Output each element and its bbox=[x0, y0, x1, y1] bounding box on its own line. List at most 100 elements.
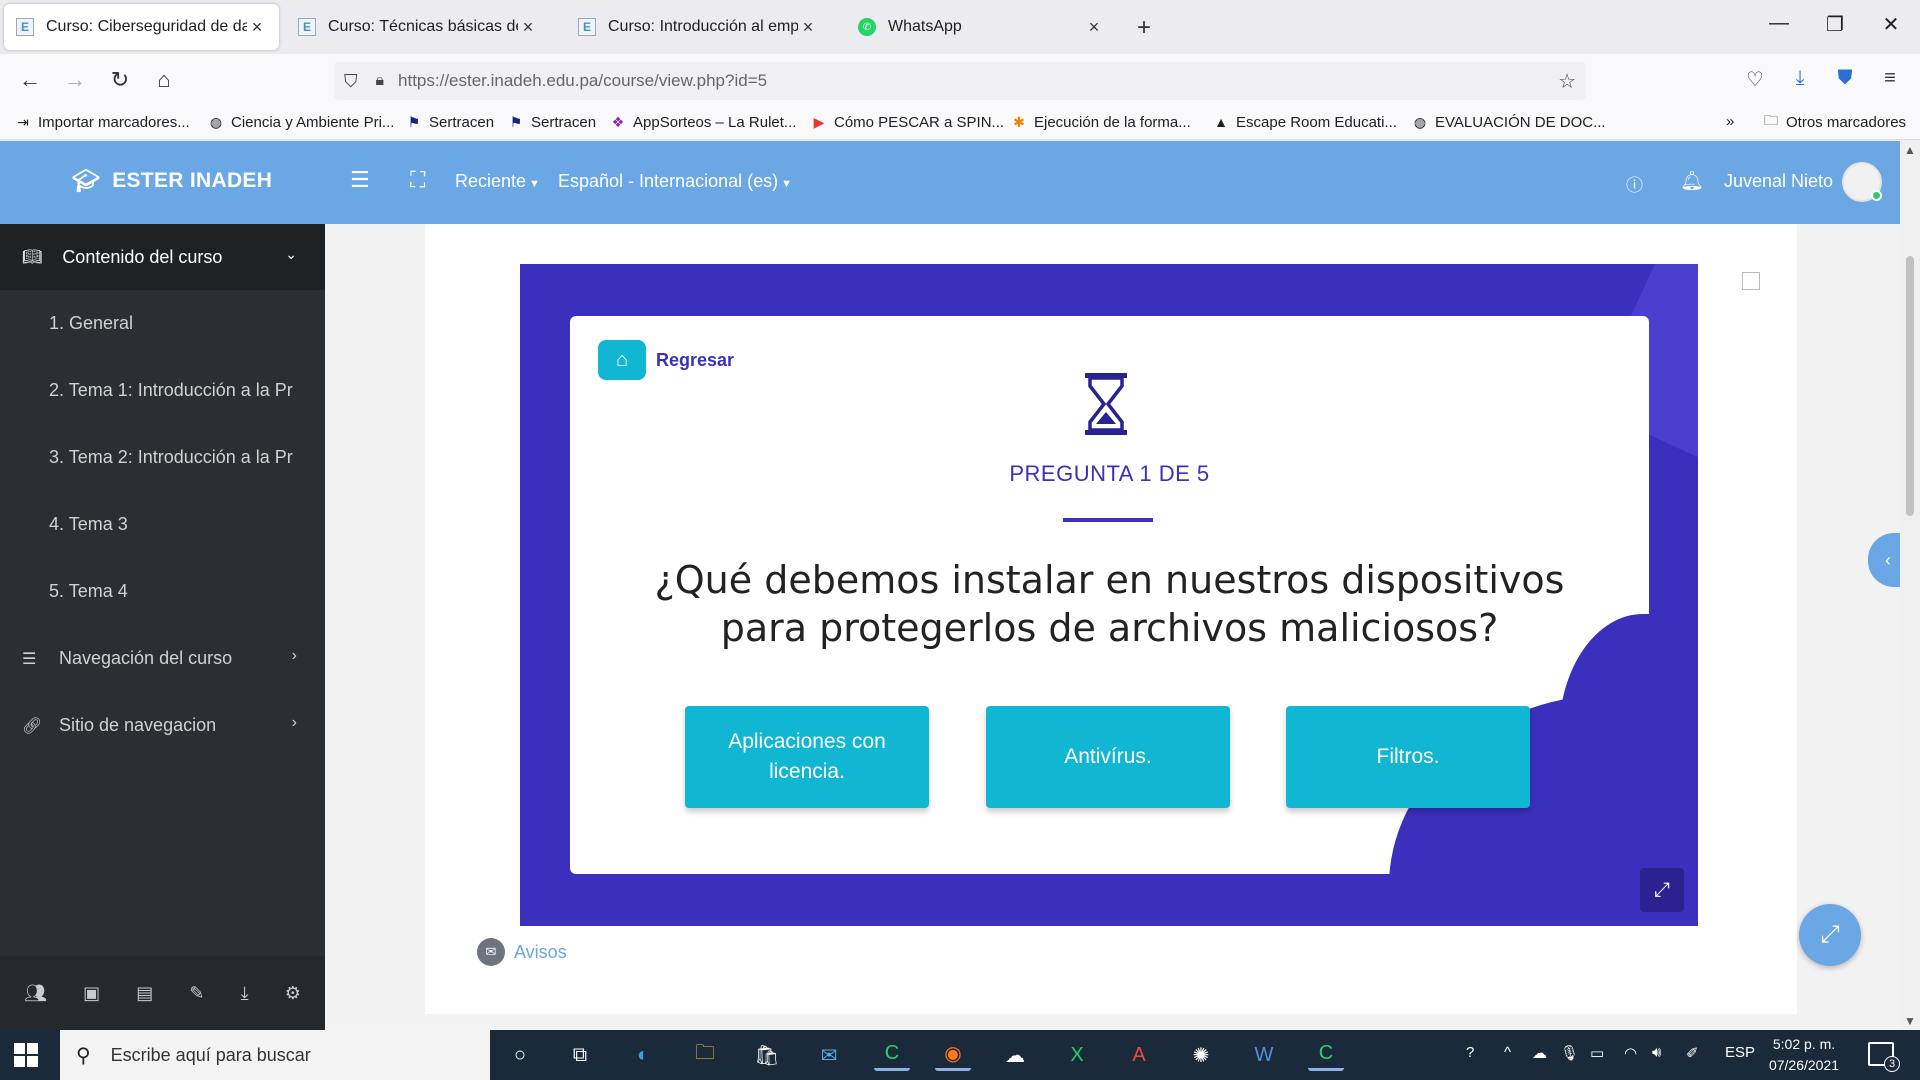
sidebar-course-navigation[interactable]: ☰ Navegación del curso › bbox=[0, 625, 325, 692]
participants-icon[interactable]: 👥︎ bbox=[24, 983, 47, 1004]
brush-icon[interactable]: ✎ bbox=[189, 983, 204, 1004]
download-icon[interactable]: ⤓ bbox=[241, 983, 249, 1004]
hamburger-menu-icon[interactable]: ☰ bbox=[350, 167, 370, 193]
back-arrow-icon[interactable]: ← bbox=[15, 67, 45, 93]
other-bookmarks[interactable]: 🗀︎ Otros marcadores bbox=[1762, 112, 1906, 131]
file-icon[interactable]: ▤ bbox=[136, 983, 153, 1004]
home-icon[interactable]: ⌂ bbox=[149, 67, 179, 93]
course-content-toggle[interactable]: 📖︎ Contenido del curso ⌄ bbox=[0, 224, 325, 290]
volume-icon[interactable]: 🔊︎ bbox=[1652, 1044, 1661, 1061]
answer-button-2[interactable]: Antivírus. bbox=[986, 706, 1230, 808]
wifi-icon[interactable]: ◠ bbox=[1624, 1044, 1637, 1062]
word-icon[interactable]: W bbox=[1246, 1039, 1282, 1071]
answer-button-1[interactable]: Aplicaciones con licencia. bbox=[685, 706, 929, 808]
bookmark-item[interactable]: ◍ Ciencia y Ambiente Pri... bbox=[207, 113, 395, 131]
download-icon[interactable]: ⤓ bbox=[1785, 67, 1815, 90]
language-indicator[interactable]: ESP bbox=[1725, 1044, 1755, 1061]
edge-icon[interactable]: ◐ bbox=[625, 1039, 661, 1071]
recent-menu[interactable]: Reciente ▼ bbox=[455, 171, 540, 192]
expand-float-icon[interactable]: ⤢ bbox=[1799, 904, 1861, 966]
chevron-up-icon[interactable]: ^ bbox=[1504, 1044, 1511, 1061]
help-icon[interactable]: ⓘ bbox=[1626, 171, 1643, 196]
restore-icon[interactable]: ❐ bbox=[1820, 12, 1850, 37]
app-icon-2[interactable]: ✺ bbox=[1183, 1039, 1219, 1071]
cortana-icon[interactable]: ○ bbox=[502, 1039, 538, 1071]
user-name[interactable]: Juvenal Nieto bbox=[1724, 171, 1833, 192]
bookmark-item[interactable]: ⇥ Importar marcadores... bbox=[14, 113, 190, 131]
shield-icon[interactable]: ⛉ bbox=[344, 71, 358, 92]
firefox-icon[interactable]: ◉ bbox=[935, 1039, 971, 1071]
menu-icon[interactable]: ≡ bbox=[1875, 67, 1905, 90]
bookmark-item[interactable]: ▶ Cómo PESCAR a SPIN... bbox=[810, 113, 1004, 131]
bookmark-item[interactable]: ◍ EVALUACIÓN DE DOC... bbox=[1411, 113, 1606, 131]
bookmark-label: Sertracen bbox=[429, 113, 495, 131]
fullscreen-toggle-icon[interactable]: ⛶ bbox=[410, 167, 425, 193]
scrollbar-thumb[interactable] bbox=[1906, 256, 1914, 516]
extension-shield-icon[interactable]: ⛊ bbox=[1830, 67, 1860, 90]
mail-icon[interactable]: ✉ bbox=[811, 1039, 847, 1071]
bell-icon[interactable]: 🔔︎ bbox=[1680, 169, 1704, 193]
avatar[interactable] bbox=[1842, 162, 1882, 202]
bookmark-star-icon[interactable]: ☆ bbox=[1558, 69, 1576, 94]
more-bookmarks-icon[interactable]: » bbox=[1726, 113, 1734, 130]
language-menu[interactable]: Español - Internacional (es) ▼ bbox=[558, 171, 792, 192]
notification-center-icon[interactable]: 3 bbox=[1868, 1042, 1900, 1072]
bookmark-item[interactable]: ⚑ Sertracen bbox=[405, 113, 494, 131]
completion-checkbox[interactable] bbox=[1742, 272, 1760, 290]
site-brand[interactable]: 🎓︎ ESTER INADEH bbox=[72, 168, 272, 194]
settings-gears-icon[interactable]: ⚙ bbox=[285, 983, 301, 1004]
taskbar-search[interactable]: ⚲ Escribe aquí para buscar bbox=[60, 1030, 490, 1080]
sidebar-item-tema-3[interactable]: 4. Tema 3 bbox=[0, 491, 325, 558]
bookmark-item[interactable]: ❖ AppSorteos – La Rulet... bbox=[609, 113, 797, 131]
scroll-up-icon[interactable]: ▲ bbox=[1900, 143, 1920, 157]
bookmark-item[interactable]: ✱ Ejecución de la forma... bbox=[1010, 113, 1191, 131]
close-tab-icon[interactable]: × bbox=[798, 17, 818, 38]
close-window-icon[interactable]: ✕ bbox=[1876, 12, 1906, 37]
sidebar-item-tema-4[interactable]: 5. Tema 4 bbox=[0, 558, 325, 625]
store-icon[interactable]: 🛍︎ bbox=[749, 1039, 785, 1071]
expand-fullscreen-icon[interactable]: ⤢ bbox=[1640, 868, 1684, 912]
acrobat-icon[interactable]: A bbox=[1121, 1039, 1157, 1071]
tab-whatsapp[interactable]: ✆ WhatsApp × bbox=[846, 4, 1116, 50]
import-icon: ⇥ bbox=[17, 113, 29, 130]
close-tab-icon[interactable]: × bbox=[247, 17, 267, 38]
announcements-link[interactable]: ✉ Avisos bbox=[477, 938, 567, 966]
scroll-down-icon[interactable]: ▼ bbox=[1900, 1014, 1920, 1028]
windows-start-icon[interactable] bbox=[14, 1043, 38, 1067]
camtasia-icon[interactable]: C bbox=[874, 1039, 910, 1071]
camtasia-recorder-icon[interactable]: C bbox=[1308, 1039, 1344, 1071]
onedrive-icon[interactable]: ☁ bbox=[1532, 1044, 1547, 1062]
battery-icon[interactable]: ▭ bbox=[1590, 1044, 1604, 1062]
lock-icon[interactable]: 🔒︎ bbox=[376, 72, 385, 90]
pocket-icon[interactable]: ♡ bbox=[1740, 67, 1770, 92]
pen-icon[interactable]: ✐ bbox=[1686, 1044, 1699, 1062]
new-tab-icon[interactable]: + bbox=[1137, 14, 1151, 42]
bookmark-item[interactable]: ▲ Escape Room Educati... bbox=[1212, 113, 1397, 131]
sidebar-site-navigation[interactable]: 🔗︎ Sitio de navegacion › bbox=[0, 692, 325, 759]
tab-emprendimiento[interactable]: E Curso: Introducción al emprendimiento … bbox=[566, 4, 830, 50]
url-text[interactable]: https://ester.inadeh.edu.pa/course/view.… bbox=[398, 71, 767, 91]
clock[interactable]: 5:02 p. m. 07/26/2021 bbox=[1761, 1034, 1847, 1076]
minimize-icon[interactable]: — bbox=[1764, 12, 1794, 35]
back-button[interactable]: ⌂ Regresar bbox=[598, 340, 734, 380]
close-tab-icon[interactable]: × bbox=[518, 17, 538, 38]
close-tab-icon[interactable]: × bbox=[1084, 17, 1104, 38]
page-scrollbar[interactable]: ▲ ▼ bbox=[1900, 141, 1920, 1030]
tab-tecnicas-cocina[interactable]: E Curso: Técnicas básicas de cocina × bbox=[286, 4, 550, 50]
forward-arrow-icon[interactable]: → bbox=[60, 67, 90, 93]
url-bar[interactable]: ⛉ 🔒︎ https://ester.inadeh.edu.pa/course/… bbox=[334, 62, 1586, 100]
excel-icon[interactable]: X bbox=[1059, 1039, 1095, 1071]
sidebar-item-general[interactable]: 1. General bbox=[0, 290, 325, 357]
archive-icon[interactable]: ▣ bbox=[83, 983, 100, 1004]
answer-button-3[interactable]: Filtros. bbox=[1286, 706, 1530, 808]
sidebar-item-tema-1[interactable]: 2. Tema 1: Introducción a la Pr bbox=[0, 357, 325, 424]
bookmark-item[interactable]: ⚑ Sertracen bbox=[507, 113, 596, 131]
tab-ciberseguridad[interactable]: E Curso: Ciberseguridad de datos × bbox=[4, 4, 279, 50]
microphone-icon[interactable]: 🎙︎ bbox=[1560, 1044, 1579, 1062]
help-tray-icon[interactable]: ? bbox=[1466, 1044, 1474, 1061]
sidebar-item-tema-2[interactable]: 3. Tema 2: Introducción a la Pr bbox=[0, 424, 325, 491]
task-view-icon[interactable]: ⧉ bbox=[562, 1039, 598, 1071]
file-explorer-icon[interactable]: 🗀︎ bbox=[687, 1039, 723, 1071]
app-icon[interactable]: ☁ bbox=[997, 1039, 1033, 1071]
reload-icon[interactable]: ↻ bbox=[105, 67, 135, 93]
